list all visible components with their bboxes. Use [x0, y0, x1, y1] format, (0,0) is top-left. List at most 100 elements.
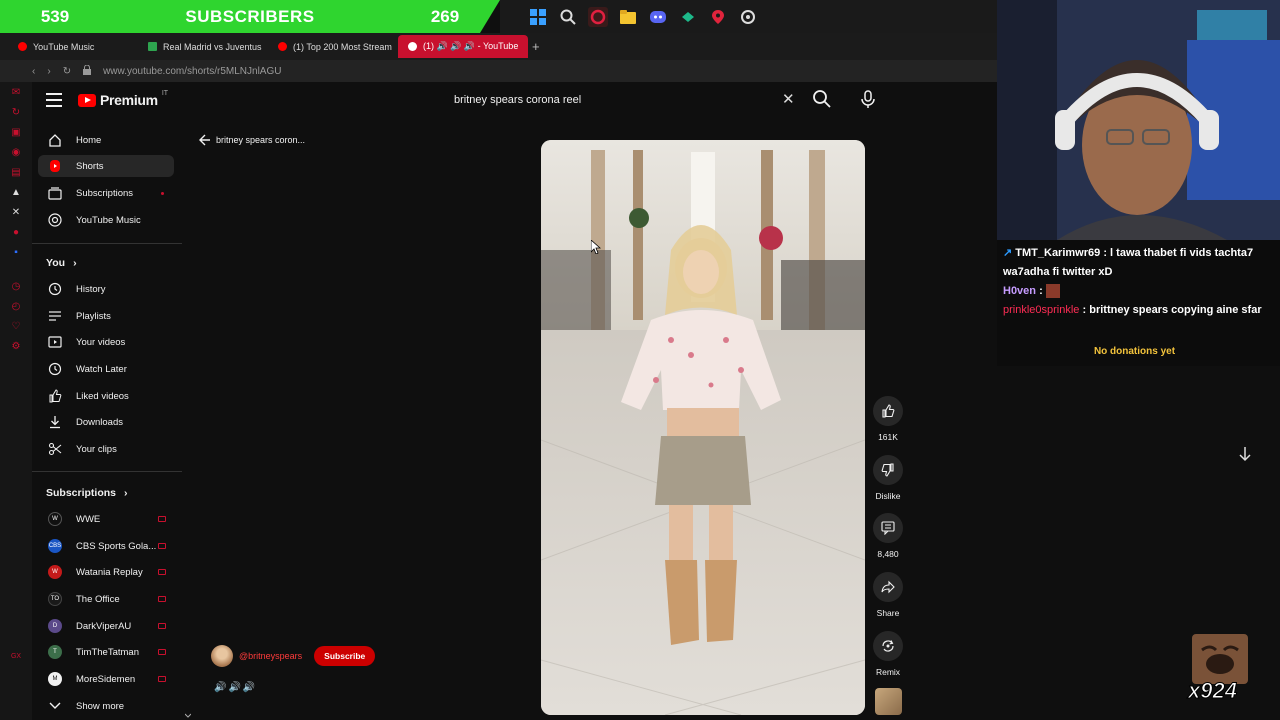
search-button[interactable] [812, 89, 832, 109]
live-indicator-icon [158, 569, 166, 575]
subscriber-count-left: 539 [40, 6, 70, 26]
windows-start-icon[interactable] [528, 7, 548, 27]
heart-dock-icon[interactable]: ♡ [10, 320, 22, 332]
clear-search-button[interactable]: ✕ [782, 90, 795, 108]
settings-dock-icon[interactable]: ⚙ [10, 340, 22, 352]
settings-icon[interactable] [738, 7, 758, 27]
history-dock-icon[interactable]: ◷ [10, 280, 22, 292]
sound-thumbnail[interactable] [875, 688, 902, 715]
avatar[interactable] [211, 645, 233, 667]
refresh-icon[interactable]: ↻ [10, 106, 22, 118]
guide-channel-item[interactable]: M MoreSidemen [38, 668, 174, 690]
tab-label: (1) Top 200 Most Stream [293, 41, 392, 52]
arrow-icon[interactable]: ▲ [10, 186, 22, 198]
reload-icon[interactable]: ↻ [63, 66, 71, 77]
guide-item-home[interactable]: Home [38, 129, 174, 151]
subscriber-banner-title: SUBSCRIBERS [185, 6, 315, 26]
playlists-icon [48, 309, 62, 323]
x-twitter-icon[interactable]: ✕ [10, 206, 22, 218]
like-count: 161K [878, 432, 898, 442]
guide-item-your-videos[interactable]: Your videos [38, 331, 174, 353]
channel-handle[interactable]: @britneyspears [239, 651, 302, 661]
mail-icon[interactable]: ✉ [10, 86, 22, 98]
guide-item-shorts[interactable]: Shorts [38, 155, 174, 177]
next-short-button[interactable] [1235, 446, 1255, 466]
streamer-webcam [997, 0, 1280, 240]
folder-icon[interactable] [618, 7, 638, 27]
guide-item-liked-videos[interactable]: Liked videos [38, 385, 174, 407]
guide-subscriptions-header[interactable]: Subscriptions › [46, 487, 128, 499]
like-button[interactable]: 161K [872, 396, 904, 442]
guide-item-playlists[interactable]: Playlists [38, 305, 174, 327]
thumbs-up-icon [873, 396, 903, 426]
comments-button[interactable]: 8,480 [872, 513, 904, 559]
emote-icon [1045, 284, 1060, 299]
guide-channel-item[interactable]: D DarkViperAU [38, 615, 174, 637]
live-indicator-icon [158, 516, 166, 522]
subscriptions-label: Subscriptions [46, 487, 117, 499]
guide-channel-item[interactable]: TO The Office [38, 588, 174, 610]
guide-show-more[interactable]: Show more [38, 695, 174, 717]
short-video-player[interactable] [541, 140, 865, 715]
back-arrow-icon[interactable] [198, 134, 210, 149]
bag-icon[interactable]: ▣ [10, 126, 22, 138]
clock-dock-icon[interactable]: ◴ [10, 300, 22, 312]
chat-username: H0ven [1003, 285, 1037, 297]
taskbar-search-icon[interactable] [558, 7, 578, 27]
guide-item-downloads[interactable]: Downloads [38, 411, 174, 433]
webcam-frame [997, 0, 1280, 240]
opera-gx-icon[interactable] [588, 6, 608, 27]
subscribe-button[interactable]: Subscribe [314, 646, 376, 666]
browser-tab[interactable]: (1) Top 200 Most Stream [268, 35, 398, 58]
browser-tab[interactable]: YouTube Music [8, 35, 138, 58]
guide-channel-item[interactable]: W Watania Replay [38, 561, 174, 583]
laughing-emote: x924 [1188, 634, 1252, 704]
guide-channel-item[interactable]: CBS CBS Sports Gola... [38, 535, 174, 557]
dislike-button[interactable]: Dislike [872, 455, 904, 501]
chat-text: : [1039, 285, 1043, 297]
record-icon[interactable]: ● [10, 226, 22, 238]
emote-multiplier: x924 [1188, 678, 1238, 704]
browser-tab[interactable]: Real Madrid vs Juventus [138, 35, 268, 58]
guide-scrollbar[interactable] [184, 120, 192, 720]
browser-tab-active[interactable]: (1) 🔊 🔊 🔊 - YouTube [398, 35, 528, 58]
guide-item-label: Home [76, 134, 102, 146]
guide-item-subscriptions[interactable]: Subscriptions [38, 182, 174, 204]
guide-channel-item[interactable]: W WWE [38, 508, 174, 530]
messenger-icon[interactable]: ◉ [10, 146, 22, 158]
chat-message: H0ven : [1003, 282, 1274, 301]
microphone-icon [861, 90, 875, 108]
guide-item-label: History [76, 283, 106, 295]
guide-item-history[interactable]: History [38, 278, 174, 300]
guide-you-header[interactable]: You › [46, 257, 77, 269]
share-button[interactable]: Share [872, 572, 904, 618]
new-tab-button[interactable]: + [532, 39, 540, 54]
guide-item-your-clips[interactable]: Your clips [38, 438, 174, 460]
new-content-dot [161, 191, 164, 195]
guide-item-label: Your clips [76, 443, 117, 455]
back-nav-icon[interactable]: ‹ [32, 66, 35, 77]
youtube-premium-logo[interactable]: Premium IT [78, 90, 168, 108]
dislike-label: Dislike [875, 491, 901, 501]
guide-item-youtube-music[interactable]: YouTube Music [38, 209, 174, 231]
discord-icon[interactable] [648, 7, 668, 27]
screen: 539 SUBSCRIBERS 269 YouTube Music Real M… [0, 0, 1280, 720]
app-icon[interactable] [678, 7, 698, 27]
app-badge-icon[interactable]: ▪ [10, 246, 22, 258]
guide-menu-button[interactable] [46, 93, 62, 107]
guide-channel-item[interactable]: T TimTheTatman [38, 641, 174, 663]
share-icon [873, 572, 903, 602]
forward-nav-icon[interactable]: › [47, 66, 50, 77]
map-pin-icon[interactable] [708, 7, 728, 27]
live-indicator-icon [158, 623, 166, 629]
search-input[interactable]: britney spears corona reel [444, 86, 806, 114]
remix-button[interactable]: Remix [872, 631, 904, 677]
guide-item-watch-later[interactable]: Watch Later [38, 358, 174, 380]
gx-icon[interactable]: GX [10, 650, 22, 662]
box-icon[interactable]: ▤ [10, 166, 22, 178]
voice-search-button[interactable] [858, 89, 878, 109]
scissors-icon [48, 442, 62, 456]
url-field[interactable]: www.youtube.com/shorts/r5MLNJnlAGU [103, 66, 281, 77]
search-query: britney spears corona reel [454, 94, 582, 106]
download-icon [48, 415, 62, 429]
